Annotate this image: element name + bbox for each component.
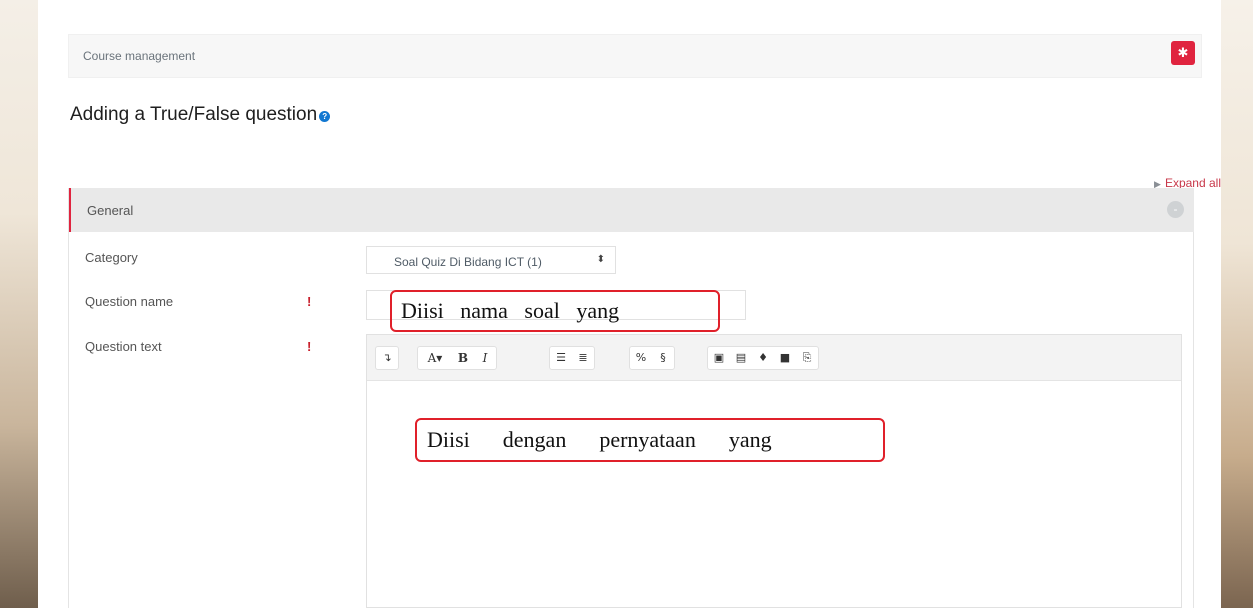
settings-button[interactable]: ✱ [1171,41,1195,65]
question-text-label: Question text [85,339,162,354]
manage-files-icon[interactable]: ⎘ [796,347,818,369]
editor-toolbar: ↴ A▾ B I ☰ ≣ % § ▣ ▤ ♦ ■ ⎘ [367,335,1181,381]
category-select-value: Soal Quiz Di Bidang ICT (1) [394,255,542,269]
format-toggle-icon[interactable]: ↴ [376,347,398,369]
collapse-icon[interactable]: - [1167,201,1184,218]
italic-icon[interactable]: I [474,347,496,369]
video-icon[interactable]: ■ [774,347,796,369]
gear-icon: ✱ [1177,45,1189,60]
annotation-text-hint: Diisi dengan pernyataan yang [427,427,772,452]
bold-icon[interactable]: B [452,347,474,369]
image-icon[interactable]: ▣ [708,347,730,369]
toolbar-group-format: A▾ B I [417,346,497,370]
general-section: General - Category Soal Quiz Di Bidang I… [68,188,1194,608]
page-title: Adding a True/False question? [70,104,331,126]
required-icon: ! [307,339,312,354]
toolbar-group-toggle: ↴ [375,346,399,370]
link-icon[interactable]: % [630,347,652,369]
background-right [1221,0,1253,608]
question-text-editor[interactable]: ↴ A▾ B I ☰ ≣ % § ▣ ▤ ♦ ■ ⎘ [366,334,1182,608]
category-select[interactable]: Soal Quiz Di Bidang ICT (1) ⬍ [366,246,616,274]
font-color-icon[interactable]: A▾ [418,347,452,369]
page-title-text: Adding a True/False question [70,104,318,125]
help-icon[interactable]: ? [319,111,331,122]
section-title: General [87,203,134,218]
breadcrumb-bar: Course management ✱ [68,34,1202,78]
ordered-list-icon[interactable]: ≣ [572,347,594,369]
required-icon: ! [307,294,312,309]
media-icon[interactable]: ▤ [730,347,752,369]
toolbar-group-lists: ☰ ≣ [549,346,595,370]
breadcrumb-course-management[interactable]: Course management [83,49,195,63]
unlink-icon[interactable]: § [652,347,674,369]
background-left [0,0,38,608]
section-header-general[interactable]: General - [69,188,1194,232]
unordered-list-icon[interactable]: ☰ [550,347,572,369]
question-name-label: Question name [85,294,174,309]
select-arrows-icon: ⬍ [596,254,605,265]
annotation-name-hint: Diisi nama soal yang [401,298,620,323]
toolbar-group-links: % § [629,346,675,370]
toolbar-group-media: ▣ ▤ ♦ ■ ⎘ [707,346,819,370]
category-label: Category [85,250,138,265]
microphone-icon[interactable]: ♦ [752,347,774,369]
